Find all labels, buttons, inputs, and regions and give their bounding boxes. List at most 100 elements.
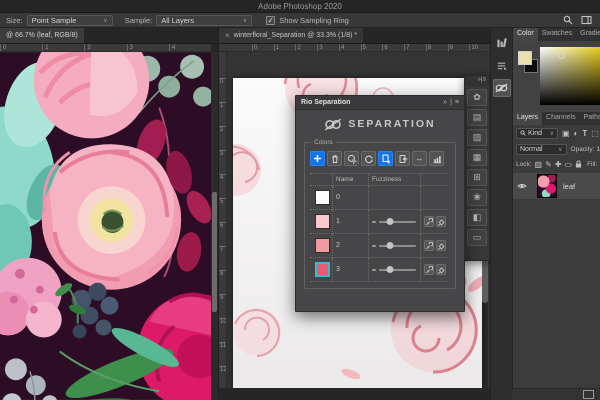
chevron-down-icon: ∨ — [558, 146, 562, 153]
sample-layers-dropdown[interactable]: All Layers ∨ — [156, 15, 252, 26]
textures-panel-icon[interactable]: ▦ — [467, 149, 487, 166]
doc2-ruler-corner — [219, 44, 227, 52]
rio-panel-header[interactable]: Rio Separation » | ≡ — [296, 96, 464, 110]
filter-shape-icon[interactable]: ⬚ — [591, 129, 599, 138]
tab-gradients[interactable]: Gradients — [576, 28, 600, 41]
sample-size-dropdown[interactable]: Point Sample ∨ — [27, 15, 113, 26]
color-picker-marker[interactable] — [558, 52, 565, 59]
color-swatch[interactable] — [315, 190, 330, 205]
doc1-scrollbar-thumb[interactable] — [212, 192, 217, 312]
photo-filter-panel-icon[interactable]: ◧ — [467, 209, 487, 226]
styles-panel-icon[interactable]: ❀ — [467, 189, 487, 206]
slider-dash — [372, 245, 376, 247]
color-swatch[interactable] — [315, 214, 330, 229]
swap-icon: ↔ — [416, 154, 424, 163]
check-icon: ✓ — [267, 16, 274, 25]
sampling-ring-label: Show Sampling Ring — [279, 16, 349, 25]
collapsed-column-header[interactable]: »|≡ — [465, 76, 489, 86]
table-row-swatch — [310, 186, 332, 210]
pick-color-button[interactable] — [344, 151, 359, 166]
sample-layers-value: All Layers — [161, 16, 194, 25]
rio-separation-panel-icon[interactable] — [493, 79, 511, 97]
notes-panel-icon[interactable]: ▭ — [467, 229, 487, 246]
lock-transparent-icon[interactable]: ▨ — [535, 160, 543, 169]
edit-color-button[interactable] — [424, 216, 434, 227]
slider-knob[interactable] — [387, 242, 394, 249]
kind-filter-dropdown[interactable]: Kind ∨ — [516, 128, 558, 139]
fill-color-button[interactable] — [436, 240, 446, 251]
close-icon[interactable]: × — [225, 31, 230, 40]
layers-panel-footer — [512, 388, 600, 400]
fill-color-button[interactable] — [436, 264, 446, 275]
fuzziness-slider[interactable] — [372, 239, 420, 253]
doc1-tab[interactable]: @ 66.7% (leaf, RGB/8) — [0, 28, 84, 43]
refresh-button[interactable] — [361, 151, 376, 166]
lock-brush-icon[interactable]: ✎ — [545, 160, 552, 169]
slider-track[interactable] — [379, 221, 416, 223]
table-row-name: 2 — [332, 234, 368, 258]
tab-channels[interactable]: Channels — [542, 112, 580, 125]
opacity-label: Opacity: — [571, 146, 595, 153]
fill-label: Fill: — [587, 161, 597, 168]
doc1-vertical-scrollbar[interactable] — [211, 52, 218, 400]
lock-move-icon[interactable]: ✚ — [555, 160, 562, 169]
collapsed-panels-column: »|≡ ✿ ▤ ▨ ▦ ⊞ ❀ ◧ ▭ — [464, 75, 490, 261]
color-themes-panel-icon[interactable] — [493, 56, 511, 74]
slider-knob[interactable] — [387, 266, 394, 273]
color-swatch[interactable] — [315, 238, 330, 253]
tab-layers[interactable]: Layers — [513, 112, 542, 125]
fuzziness-slider[interactable] — [372, 263, 420, 277]
add-color-button[interactable] — [310, 151, 325, 166]
swap-colors-button[interactable]: ↔ — [412, 151, 427, 166]
layer-row-leaf[interactable]: leaf — [513, 173, 600, 199]
lock-artboard-icon[interactable]: ▭ — [565, 160, 573, 169]
patterns-panel-icon[interactable]: ▨ — [467, 129, 487, 146]
table-row-name: 3 — [332, 258, 368, 282]
fuzziness-column-header: Fuzziness — [368, 173, 420, 186]
import-colors-button[interactable] — [395, 151, 410, 166]
tab-swatches[interactable]: Swatches — [538, 28, 576, 41]
gradients-panel-icon[interactable]: ▤ — [467, 109, 487, 126]
opacity-value[interactable]: 1 — [596, 146, 600, 153]
filter-type-icon[interactable]: T — [582, 129, 587, 138]
visibility-eye-icon[interactable] — [517, 182, 527, 190]
slider-knob[interactable] — [387, 218, 394, 225]
doc1-canvas[interactable] — [0, 52, 211, 400]
export-colors-button[interactable] — [378, 151, 393, 166]
filter-adjustment-icon[interactable]: ◐ — [574, 129, 579, 138]
search-icon[interactable] — [563, 15, 573, 25]
new-layer-icon[interactable] — [583, 390, 594, 399]
menu-icon[interactable]: ≡ — [455, 99, 459, 106]
brushes-panel-icon[interactable]: ✿ — [467, 89, 487, 106]
foreground-color-swatch[interactable] — [518, 51, 532, 65]
edit-color-button[interactable] — [424, 240, 434, 251]
fill-color-button[interactable] — [436, 216, 446, 227]
chart-button[interactable] — [429, 151, 444, 166]
edit-color-button[interactable] — [424, 264, 434, 275]
color-picker-field[interactable] — [540, 47, 600, 105]
workspace-switcher-icon[interactable] — [581, 15, 592, 25]
delete-color-button[interactable] — [327, 151, 342, 166]
slider-track[interactable] — [379, 245, 416, 247]
table-row-fuzziness — [368, 234, 420, 258]
floral-artwork-dark — [0, 52, 211, 400]
panel-dock-strip — [490, 28, 512, 400]
tab-color[interactable]: Color — [513, 28, 538, 41]
lock-all-icon[interactable] — [575, 160, 582, 168]
color-swatch-selected[interactable] — [315, 262, 330, 277]
collapse-icon[interactable]: » — [443, 99, 447, 106]
layer-thumbnail[interactable] — [537, 174, 557, 198]
table-row-fuzziness — [368, 210, 420, 234]
doc2-tab[interactable]: × winterfloral_Separation @ 33.3% (1/8) … — [219, 28, 363, 43]
color-panel-body — [513, 41, 600, 112]
show-sampling-ring-checkbox[interactable]: ✓ — [266, 16, 275, 25]
tab-paths[interactable]: Paths — [580, 112, 600, 125]
layers-panel-tabs: Layers Channels Paths — [513, 112, 600, 125]
menu-icon[interactable]: ≡ — [482, 77, 486, 83]
grid-panel-icon[interactable]: ⊞ — [467, 169, 487, 186]
fuzziness-slider[interactable] — [372, 215, 420, 229]
libraries-panel-icon[interactable] — [493, 33, 511, 51]
blend-mode-dropdown[interactable]: Normal ∨ — [516, 144, 567, 155]
filter-pixel-icon[interactable]: ▣ — [562, 129, 570, 138]
slider-track[interactable] — [379, 269, 416, 271]
